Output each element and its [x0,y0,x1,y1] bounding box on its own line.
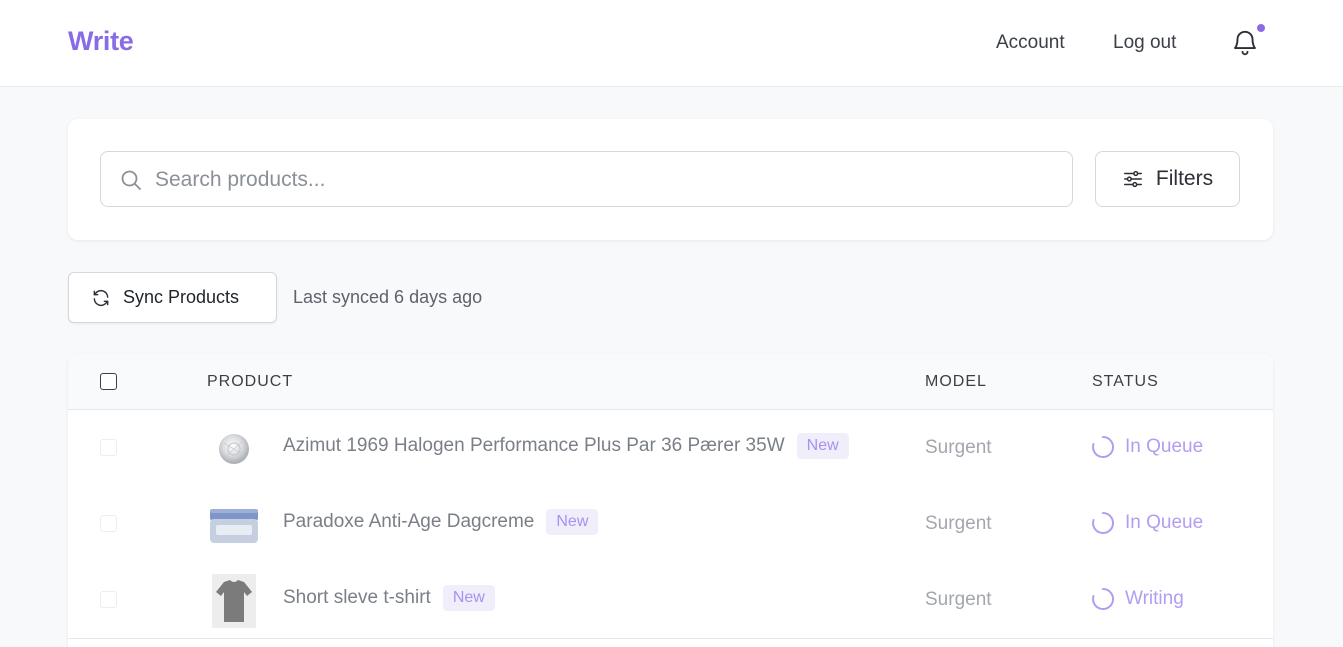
cream-jar-icon [207,498,261,552]
top-bar: Write Account Log out [0,0,1343,87]
t-shirt-icon [207,574,261,628]
new-badge: New [546,509,599,535]
new-badge: New [796,433,849,459]
notification-dot [1255,22,1267,34]
table-row[interactable]: Short sleve t-shirt New Surgent Writing [68,562,1273,639]
status-label: Writing [1125,588,1184,609]
spinner-icon [1092,511,1115,534]
status-cell: In Queue [1091,435,1203,459]
account-link[interactable]: Account [996,32,1065,54]
model-cell: Surgent [925,513,992,534]
spinner-icon [1092,587,1115,610]
search-icon [119,168,143,192]
sync-products-label: Sync Products [123,287,240,307]
brand-logo[interactable]: Write [68,26,134,57]
status-label: In Queue [1125,436,1204,457]
refresh-icon [93,289,109,306]
last-synced-text: Last synced 6 days ago [293,287,483,307]
notifications-bell-icon[interactable] [1230,28,1260,58]
halogen-bulb-icon [207,422,261,476]
status-cell: Writing [1091,587,1184,611]
model-cell: Surgent [925,589,992,610]
new-badge: New [442,585,495,611]
spinner-icon [1092,435,1115,458]
column-header-product: PRODUCT [207,373,294,390]
filters-button[interactable]: Filters [1095,151,1240,207]
search-card: Filters [68,119,1273,240]
product-cell: Azimut 1969 Halogen Performance Plus Par… [283,433,849,459]
row-checkbox[interactable] [100,515,117,532]
logout-link[interactable]: Log out [1113,32,1176,54]
product-cell: Paradoxe Anti-Age Dagcreme New [283,509,599,535]
table-row[interactable]: Azimut 1969 Halogen Performance Plus Par… [68,410,1273,487]
status-label: In Queue [1125,512,1204,533]
product-name[interactable]: Azimut 1969 Halogen Performance Plus Par… [283,435,785,457]
table-header: PRODUCT MODEL STATUS [68,354,1273,410]
row-checkbox[interactable] [100,591,117,608]
column-header-status: STATUS [1092,373,1159,390]
sync-products-button[interactable]: Sync Products [68,272,277,323]
column-header-model: MODEL [925,373,987,390]
product-name[interactable]: Short sleve t-shirt [283,587,431,609]
select-all-checkbox[interactable] [100,373,117,390]
search-input[interactable] [155,162,1055,198]
sliders-icon [1123,170,1142,188]
model-cell: Surgent [925,437,992,458]
table-row[interactable]: Paradoxe Anti-Age Dagcreme New Surgent I… [68,486,1273,563]
search-box[interactable] [100,151,1073,207]
product-cell: Short sleve t-shirt New [283,585,495,611]
product-name[interactable]: Paradoxe Anti-Age Dagcreme [283,511,534,533]
products-table: PRODUCT MODEL STATUS Azimut 1969 Halogen… [68,354,1273,647]
status-cell: In Queue [1091,511,1203,535]
filters-label: Filters [1155,167,1214,190]
row-checkbox[interactable] [100,439,117,456]
